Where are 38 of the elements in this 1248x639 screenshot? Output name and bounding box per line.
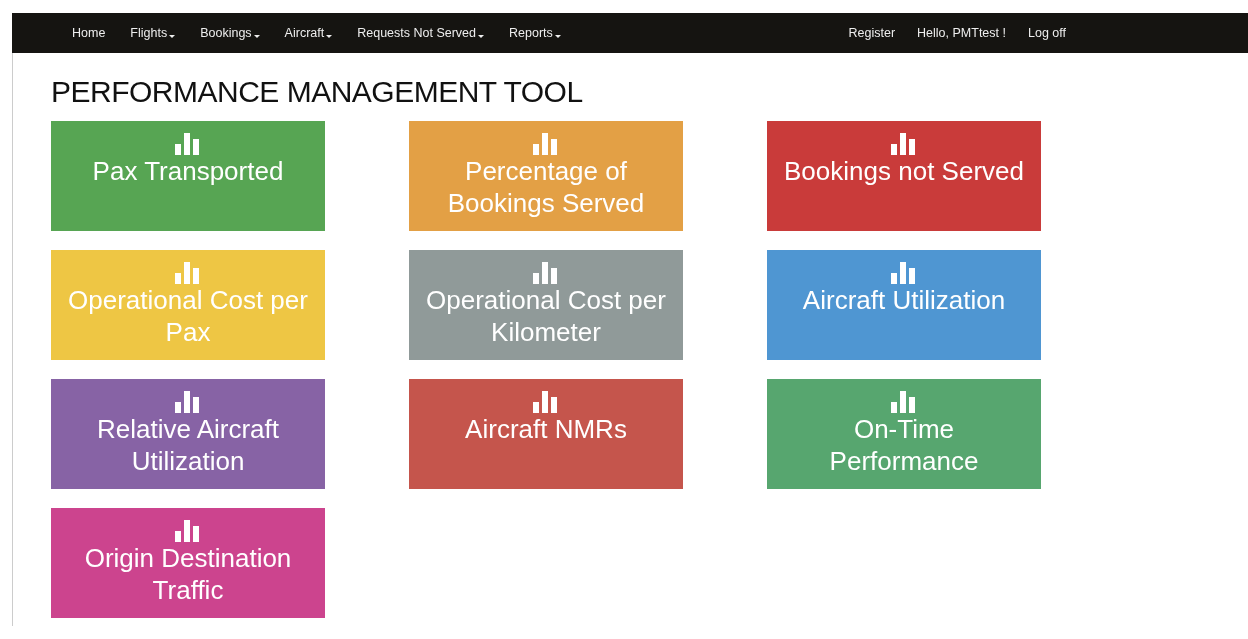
- report-tile[interactable]: Bookings not Served: [767, 121, 1041, 231]
- report-tile[interactable]: Aircraft NMRs: [409, 379, 683, 489]
- page-title: PERFORMANCE MANAGEMENT TOOL: [51, 74, 584, 109]
- report-tile[interactable]: Origin Destination Traffic: [51, 508, 325, 618]
- report-tile[interactable]: Pax Transported: [51, 121, 325, 231]
- report-tile[interactable]: Aircraft Utilization: [767, 250, 1041, 360]
- bar-chart-icon: [175, 133, 201, 155]
- nav-link[interactable]: Aircraft: [284, 26, 333, 40]
- report-tile[interactable]: Operational Cost per Kilometer: [409, 250, 683, 360]
- nav-link[interactable]: Home: [72, 26, 106, 40]
- tile-label: Aircraft Utilization: [801, 284, 1007, 316]
- tile-label: Percentage of Bookings Served: [446, 155, 646, 219]
- nav-link[interactable]: Register: [848, 26, 896, 40]
- nav-link[interactable]: Flights: [130, 26, 176, 40]
- bar-chart-icon: [533, 262, 559, 284]
- bar-chart-icon: [175, 520, 201, 542]
- report-tile[interactable]: On-Time Performance: [767, 379, 1041, 489]
- nav-link[interactable]: Bookings: [200, 26, 260, 40]
- bar-chart-icon: [891, 391, 917, 413]
- nav-link[interactable]: Log off: [1028, 26, 1066, 40]
- bar-chart-icon: [891, 133, 917, 155]
- tile-label: Bookings not Served: [784, 155, 1024, 187]
- tile-label: Operational Cost per Kilometer: [426, 284, 666, 348]
- nav-link[interactable]: Requests Not Served: [357, 26, 484, 40]
- nav-link[interactable]: Reports: [509, 26, 561, 40]
- tile-label: On-Time Performance: [828, 413, 980, 477]
- bar-chart-icon: [533, 391, 559, 413]
- tile-label: Origin Destination Traffic: [83, 542, 293, 606]
- nav-link[interactable]: Hello, PMTtest !: [917, 26, 1006, 40]
- tile-label: Aircraft NMRs: [464, 413, 628, 445]
- tile-label: Relative Aircraft Utilization: [95, 413, 281, 477]
- bar-chart-icon: [175, 262, 201, 284]
- bar-chart-icon: [891, 262, 917, 284]
- report-tile[interactable]: Relative Aircraft Utilization: [51, 379, 325, 489]
- bar-chart-icon: [533, 133, 559, 155]
- tile-label: Pax Transported: [91, 155, 285, 187]
- bar-chart-icon: [175, 391, 201, 413]
- tile-label: Operational Cost per Pax: [68, 284, 308, 348]
